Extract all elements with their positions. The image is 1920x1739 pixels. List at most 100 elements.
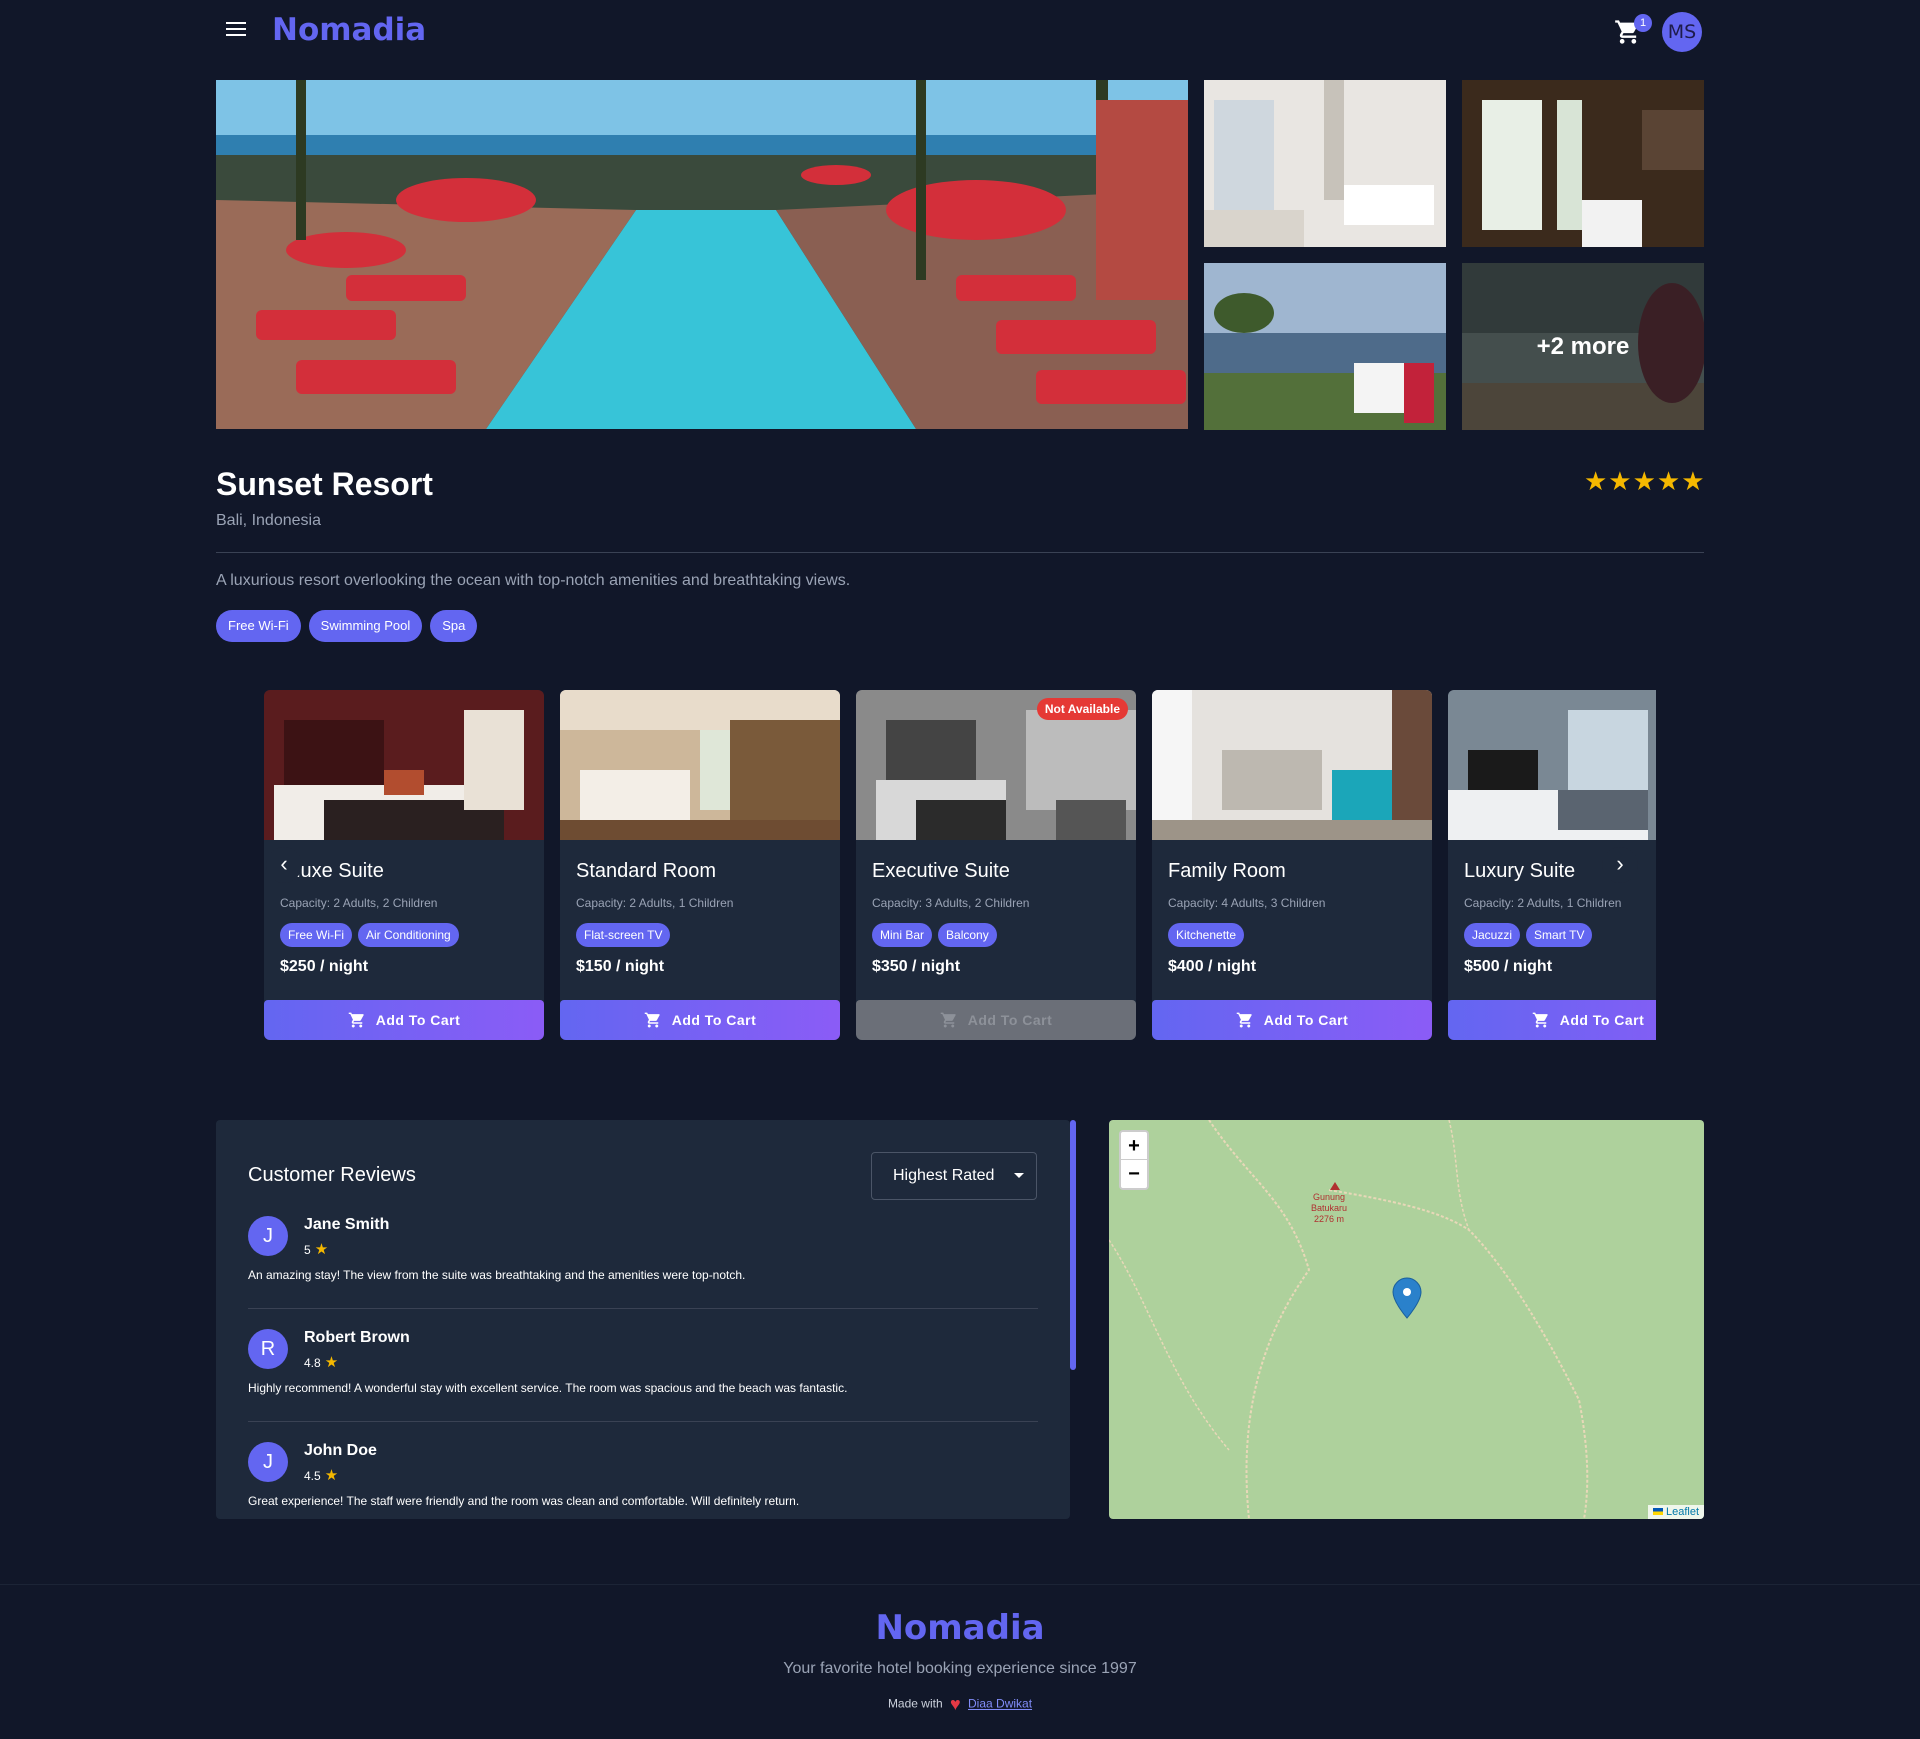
room-image <box>1152 690 1432 840</box>
cart-count-badge: 1 <box>1634 14 1652 32</box>
amenity-chip[interactable]: Spa <box>430 610 478 642</box>
room-card: Family Room Capacity: 4 Adults, 3 Childr… <box>1152 690 1432 1040</box>
reviewer-name: John Doe <box>304 1442 377 1459</box>
footer-brand: Nomadia <box>875 1608 1045 1648</box>
room-price: $150 / night <box>576 958 665 975</box>
footer-tagline: Your favorite hotel booking experience s… <box>783 1660 1137 1677</box>
cart-icon <box>1532 1012 1548 1028</box>
map-attribution-link[interactable]: Leaflet <box>1647 1505 1704 1519</box>
room-price: $500 / night <box>1464 958 1553 975</box>
room-amenity-chip: Mini Bar <box>872 923 933 947</box>
room-amenities: Kitchenette <box>1168 923 1245 947</box>
cart-icon <box>348 1012 364 1028</box>
room-image <box>1448 690 1656 840</box>
room-amenity-chip: Flat-screen TV <box>576 923 671 947</box>
sort-select-value: Highest Rated <box>893 1167 995 1184</box>
map-peak-elevation: 2276 m <box>1313 1214 1345 1224</box>
room-card: Not Available Executive Suite Capacity: … <box>856 690 1136 1040</box>
hotel-description: A luxurious resort overlooking the ocean… <box>216 572 851 589</box>
reviewer-avatar: J <box>248 1216 288 1256</box>
hotel-location: Bali, Indonesia <box>216 512 321 529</box>
add-to-cart-button[interactable]: Add To Cart <box>264 1000 544 1040</box>
author-link[interactable]: Diaa Dwikat <box>968 1697 1032 1711</box>
review-rating: 5 ★ <box>304 1240 328 1258</box>
review-divider <box>248 1308 1038 1309</box>
section-divider <box>216 552 1704 553</box>
gallery-thumbnail-ocean-dinner[interactable] <box>1204 263 1446 430</box>
map-zoom-control: + − <box>1119 1130 1149 1190</box>
reviews-panel: Customer Reviews Highest Rated J Jane Sm… <box>216 1120 1070 1519</box>
map-peak-label: Gunung Batukaru 2276 m <box>1309 1192 1349 1225</box>
more-photos-label[interactable]: +2 more <box>1462 263 1704 430</box>
add-to-cart-button[interactable]: Add To Cart <box>1448 1000 1656 1040</box>
add-to-cart-label: Add To Cart <box>967 1012 1053 1028</box>
carousel-prev-button[interactable]: ‹ <box>266 847 302 883</box>
footer-divider <box>0 1584 1920 1585</box>
made-with-label: Made with <box>887 1696 943 1711</box>
zoom-in-button[interactable]: + <box>1121 1132 1147 1160</box>
app-header: Nomadia 1 MS <box>216 0 1704 62</box>
room-amenity-chip: Air Conditioning <box>358 923 459 947</box>
reviewer-name: Jane Smith <box>304 1216 390 1233</box>
room-image <box>264 690 544 840</box>
user-avatar[interactable]: MS <box>1662 12 1702 52</box>
add-to-cart-button[interactable]: Add To Cart <box>1152 1000 1432 1040</box>
add-to-cart-label: Add To Cart <box>1263 1012 1349 1028</box>
brand-logo[interactable]: Nomadia <box>272 12 426 48</box>
room-capacity: Capacity: 2 Adults, 2 Children <box>280 896 438 910</box>
location-map[interactable]: Gunung Batukaru 2276 m + − Leaflet <box>1109 1120 1704 1519</box>
review-text: Highly recommend! A wonderful stay with … <box>248 1381 848 1395</box>
gallery-thumbnail-bedroom[interactable] <box>1204 80 1446 247</box>
room-amenities: Jacuzzi Smart TV <box>1464 923 1593 947</box>
flag-icon <box>1652 1508 1663 1515</box>
room-amenity-chip: Balcony <box>938 923 997 947</box>
room-capacity: Capacity: 2 Adults, 1 Children <box>1464 896 1622 910</box>
reviews-sort-select[interactable]: Highest Rated <box>871 1152 1037 1200</box>
room-name: Luxury Suite <box>1464 860 1576 882</box>
room-capacity: Capacity: 3 Adults, 2 Children <box>872 896 1030 910</box>
not-available-badge: Not Available <box>1036 698 1128 720</box>
star-icon: ★ <box>324 1467 339 1484</box>
amenity-chip[interactable]: Swimming Pool <box>308 610 423 642</box>
reviewer-name: Robert Brown <box>304 1329 410 1346</box>
carousel-next-button[interactable]: › <box>1602 847 1638 883</box>
add-to-cart-button-disabled: Add To Cart <box>856 1000 1136 1040</box>
room-capacity: Capacity: 2 Adults, 1 Children <box>576 896 734 910</box>
map-peak-name: Gunung Batukaru <box>1310 1192 1348 1213</box>
room-amenity-chip: Jacuzzi <box>1464 923 1521 947</box>
review-rating-value: 5 <box>304 1243 311 1257</box>
room-name: Standard Room <box>576 860 717 882</box>
attribution-text: Leaflet <box>1665 1506 1699 1518</box>
room-amenity-chip: Free Wi-Fi <box>280 923 352 947</box>
room-price: $400 / night <box>1168 958 1257 975</box>
room-amenities: Flat-screen TV <box>576 923 671 947</box>
room-name: luxe Suite <box>296 860 384 882</box>
review-text: Great experience! The staff were friendl… <box>248 1494 800 1508</box>
cart-icon <box>1236 1012 1252 1028</box>
room-price: $250 / night <box>280 958 369 975</box>
cart-icon <box>644 1012 660 1028</box>
gallery-thumbnail-dining[interactable] <box>1462 80 1704 247</box>
star-icon: ★ <box>314 1241 329 1258</box>
heart-icon: ♥ <box>949 1694 961 1714</box>
add-to-cart-label: Add To Cart <box>375 1012 461 1028</box>
add-to-cart-button[interactable]: Add To Cart <box>560 1000 840 1040</box>
hotel-rating-stars: ★★★★★ <box>1584 466 1706 496</box>
amenity-chip[interactable]: Free Wi-Fi <box>216 610 301 642</box>
room-amenity-chip: Kitchenette <box>1168 923 1245 947</box>
hotel-amenities: Free Wi-Fi Swimming Pool Spa <box>216 610 478 642</box>
dropdown-caret-icon <box>1014 1173 1024 1178</box>
reviews-scrollbar[interactable] <box>1070 1120 1076 1370</box>
reviews-title: Customer Reviews <box>248 1164 416 1186</box>
footer-credit: Made with ♥ Diaa Dwikat <box>0 1694 1920 1715</box>
reviewer-avatar: J <box>248 1442 288 1482</box>
review-text: An amazing stay! The view from the suite… <box>248 1268 746 1282</box>
gallery-main-image[interactable] <box>216 80 1188 429</box>
room-image <box>560 690 840 840</box>
star-icon: ★ <box>324 1354 339 1371</box>
room-price: $350 / night <box>872 958 961 975</box>
gallery-thumbnail-more[interactable]: +2 more <box>1462 263 1704 430</box>
room-name: Executive Suite <box>872 860 1010 882</box>
zoom-out-button[interactable]: − <box>1121 1160 1147 1188</box>
menu-icon[interactable] <box>226 22 246 38</box>
